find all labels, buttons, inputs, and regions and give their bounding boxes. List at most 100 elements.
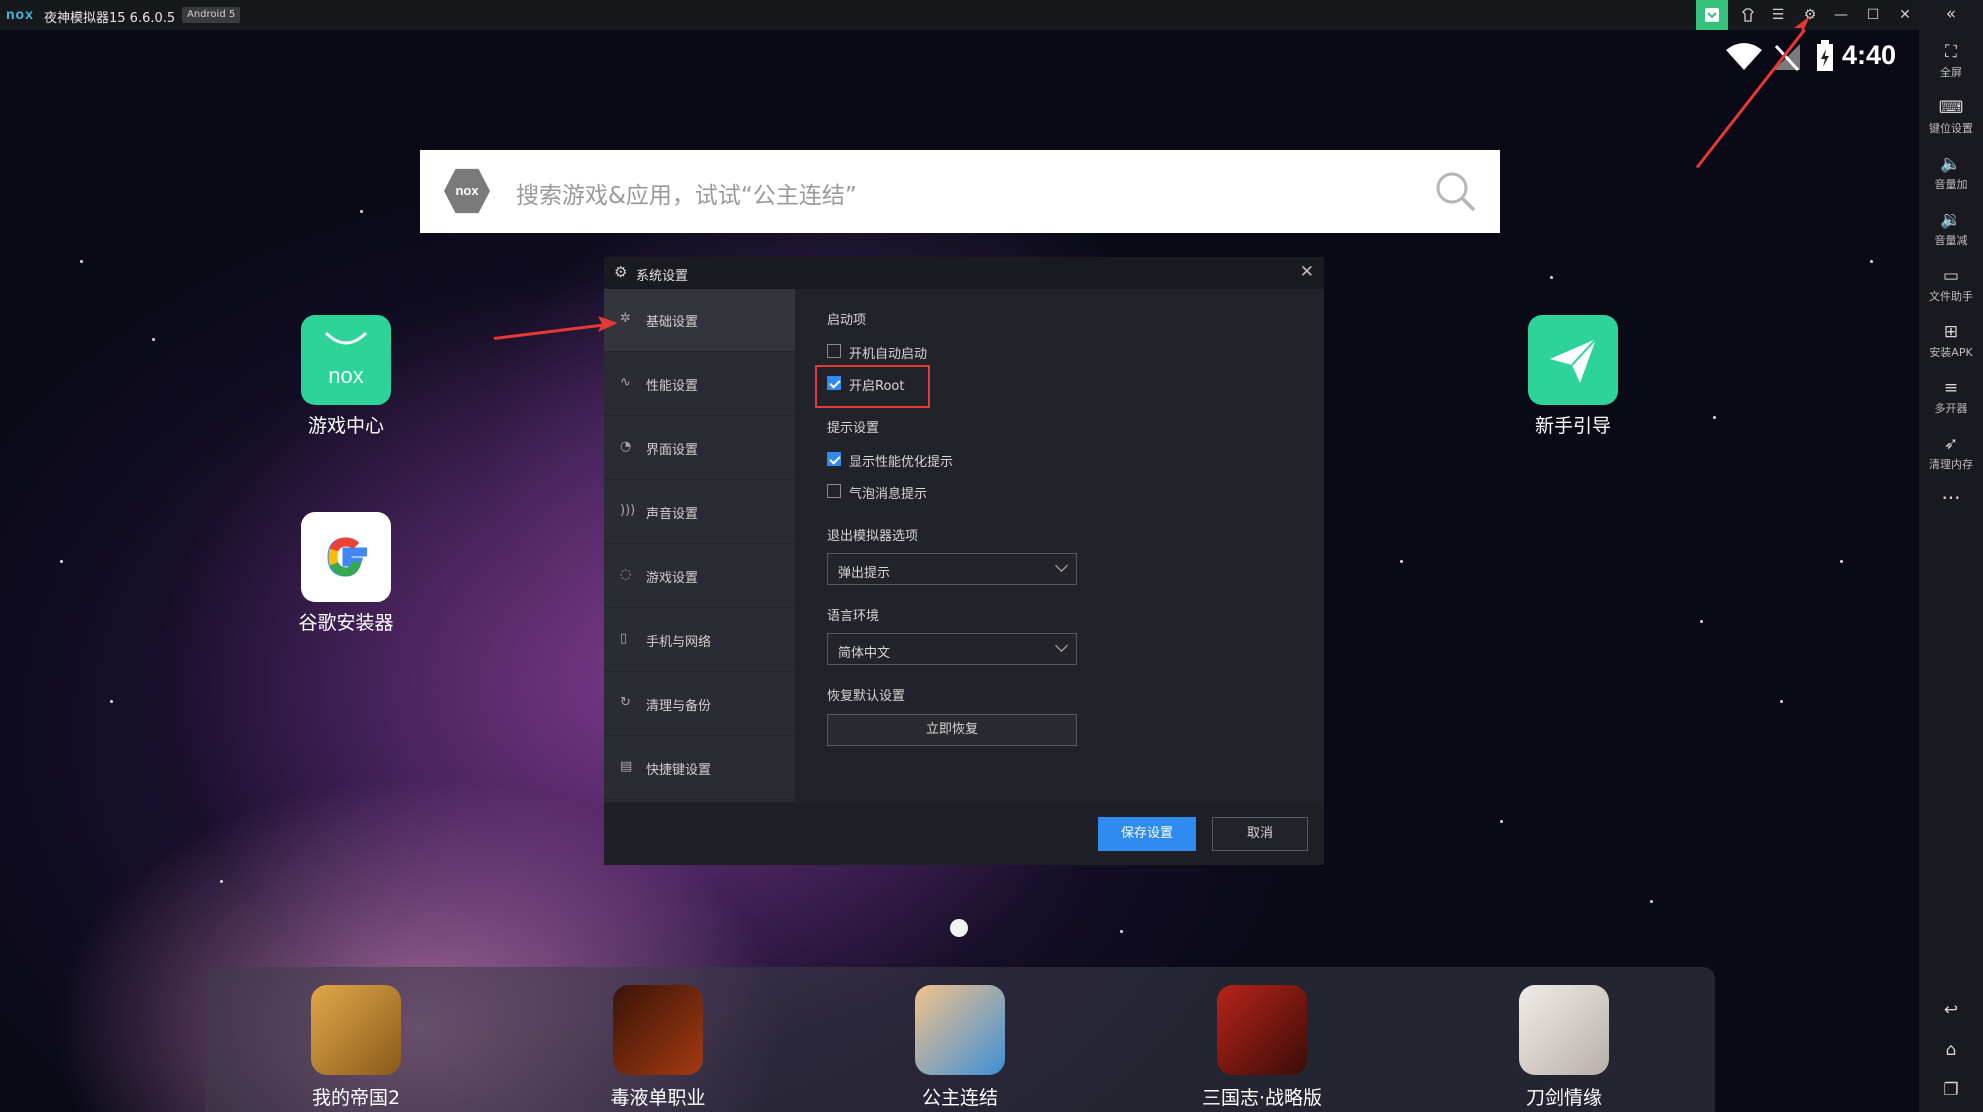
dock-app-label: 我的帝国2 bbox=[311, 1087, 401, 1109]
multi-instance-button[interactable]: ≡ 多开器 bbox=[1919, 378, 1983, 416]
paper-plane-icon bbox=[1528, 315, 1618, 405]
toolbar-label: 多开器 bbox=[1934, 402, 1968, 415]
nav-label: 声音设置 bbox=[646, 507, 699, 522]
exit-option-select[interactable]: 弹出提示 bbox=[827, 553, 1077, 585]
language-select[interactable]: 简体中文 bbox=[827, 633, 1077, 665]
star bbox=[1700, 620, 1703, 623]
nav-cleanup-backup[interactable]: ↻ 清理与备份 bbox=[604, 673, 795, 736]
google-installer-app[interactable]: 谷歌安装器 bbox=[296, 512, 396, 635]
app-icon-tile bbox=[1519, 985, 1609, 1075]
checkbox-box[interactable] bbox=[827, 452, 841, 466]
volume-down-icon: 🔉 bbox=[1940, 210, 1962, 230]
recents-button[interactable]: ❐ bbox=[1919, 1080, 1983, 1102]
nav-label: 清理与备份 bbox=[646, 699, 712, 714]
star bbox=[1500, 820, 1503, 823]
star bbox=[1550, 276, 1553, 279]
section-startup: 启动项 bbox=[827, 313, 867, 328]
nav-sound-settings[interactable]: ))) 声音设置 bbox=[604, 481, 795, 544]
keymap-button[interactable]: ⌨ 键位设置 bbox=[1919, 98, 1983, 136]
install-apk-button[interactable]: ⊞ 安装APK bbox=[1919, 322, 1983, 360]
google-icon bbox=[301, 512, 391, 602]
game-center-app[interactable]: nox 游戏中心 bbox=[296, 315, 396, 438]
volume-up-icon: 🔈 bbox=[1940, 154, 1962, 174]
game-center-icon: nox bbox=[301, 315, 391, 405]
checkbox-label: 气泡消息提示 bbox=[849, 487, 928, 502]
app-icon-tile bbox=[1217, 985, 1307, 1075]
home-icon: ⌂ bbox=[1945, 1040, 1957, 1060]
nav-game-settings[interactable]: ◌ 游戏设置 bbox=[604, 545, 795, 608]
home-button[interactable]: ⌂ bbox=[1919, 1040, 1983, 1062]
volume-up-button[interactable]: 🔈 音量加 bbox=[1919, 154, 1983, 192]
maximize-icon[interactable]: ☐ bbox=[1858, 0, 1888, 30]
dock-app-3[interactable]: 公主连结 bbox=[880, 985, 1040, 1110]
palette-icon: ◔ bbox=[620, 439, 632, 454]
gift-icon[interactable] bbox=[1696, 0, 1728, 30]
dock-app-2[interactable]: 毒液单职业 bbox=[578, 985, 738, 1110]
dock-app-4[interactable]: 三国志·战略版 bbox=[1182, 985, 1342, 1110]
back-button[interactable]: ↩ bbox=[1919, 1000, 1983, 1022]
collapse-toolbar-button[interactable]: « bbox=[1919, 4, 1983, 26]
close-icon[interactable]: ✕ bbox=[1890, 0, 1920, 30]
backup-icon: ↻ bbox=[620, 695, 631, 710]
clear-memory-button[interactable]: ➶ 清理内存 bbox=[1919, 434, 1983, 472]
root-highlight-box bbox=[815, 365, 930, 408]
star bbox=[152, 338, 155, 341]
star bbox=[1713, 416, 1716, 419]
toolbar-label: 音量加 bbox=[1934, 178, 1968, 191]
more-button[interactable]: ··· bbox=[1919, 486, 1983, 510]
star bbox=[1780, 700, 1783, 703]
nav-phone-network[interactable]: ▯ 手机与网络 bbox=[604, 609, 795, 672]
restore-defaults-button[interactable]: 立即恢复 bbox=[827, 714, 1077, 746]
recents-icon: ❐ bbox=[1943, 1080, 1959, 1100]
wifi-icon bbox=[1726, 43, 1762, 70]
cancel-button[interactable]: 取消 bbox=[1212, 817, 1308, 851]
system-settings-dialog: ⚙ 系统设置 ✕ ✲ 基础设置 ∿ 性能设置 ◔ 界面设置 ))) 声音设置 ◌ 游戏设置… bbox=[604, 257, 1324, 865]
save-settings-button[interactable]: 保存设置 bbox=[1098, 817, 1196, 851]
search-placeholder[interactable]: 搜索游戏&应用，试试“公主连结” bbox=[516, 176, 857, 210]
nav-label: 游戏设置 bbox=[646, 571, 699, 586]
app-icon-tile bbox=[915, 985, 1005, 1075]
section-exit-option: 退出模拟器选项 bbox=[827, 529, 919, 544]
fullscreen-button[interactable]: ⛶ 全屏 bbox=[1919, 42, 1983, 80]
app-title: 夜神模拟器15 6.6.0.5 bbox=[44, 11, 176, 26]
toolbar-label: 安装APK bbox=[1929, 346, 1973, 359]
keyboard-icon: ▤ bbox=[620, 759, 633, 774]
nav-interface-settings[interactable]: ◔ 界面设置 bbox=[604, 417, 795, 480]
dock-app-label: 三国志·战略版 bbox=[1201, 1087, 1323, 1109]
nav-basic-settings[interactable]: ✲ 基础设置 bbox=[604, 289, 795, 352]
android-status-bar: 4:40 bbox=[1720, 36, 1910, 80]
dialog-title: 系统设置 bbox=[636, 269, 689, 284]
file-assistant-button[interactable]: ▭ 文件助手 bbox=[1919, 266, 1983, 304]
star bbox=[1650, 900, 1653, 903]
checkbox-box[interactable] bbox=[827, 344, 841, 358]
menu-icon[interactable]: ☰ bbox=[1763, 0, 1793, 30]
skin-icon[interactable] bbox=[1733, 0, 1763, 30]
minimize-icon[interactable]: — bbox=[1826, 0, 1856, 30]
apk-icon: ⊞ bbox=[1943, 322, 1959, 342]
app-icon-tile bbox=[613, 985, 703, 1075]
toolbar-label: 音量减 bbox=[1934, 234, 1968, 247]
settings-nav: ✲ 基础设置 ∿ 性能设置 ◔ 界面设置 ))) 声音设置 ◌ 游戏设置 ▯ 手机与网络 ↻… bbox=[604, 289, 795, 802]
dialog-close-icon[interactable]: ✕ bbox=[1300, 262, 1314, 282]
search-bar[interactable]: nox 搜索游戏&应用，试试“公主连结” bbox=[420, 150, 1500, 233]
dock-app-5[interactable]: 刀剑情缘 bbox=[1484, 985, 1644, 1110]
star bbox=[1870, 260, 1873, 263]
gear-icon: ⚙ bbox=[614, 263, 628, 281]
page-indicator bbox=[950, 919, 968, 937]
android-version-badge: Android 5 bbox=[182, 7, 241, 23]
keyboard-icon: ⌨ bbox=[1938, 98, 1964, 118]
section-language: 语言环境 bbox=[827, 609, 880, 624]
volume-down-button[interactable]: 🔉 音量减 bbox=[1919, 210, 1983, 248]
svg-text:nox: nox bbox=[328, 363, 363, 388]
checkbox-box[interactable] bbox=[827, 484, 841, 498]
nav-hotkey-settings[interactable]: ▤ 快捷键设置 bbox=[604, 737, 795, 800]
app-label: 新手引导 bbox=[1534, 415, 1611, 437]
double-chevron-left-icon: « bbox=[1945, 4, 1957, 24]
search-icon[interactable] bbox=[1434, 170, 1478, 214]
dock-app-1[interactable]: 我的帝国2 bbox=[276, 985, 436, 1110]
sound-icon: ))) bbox=[620, 503, 636, 518]
beginner-guide-app[interactable]: 新手引导 bbox=[1523, 315, 1623, 438]
multi-instance-icon: ≡ bbox=[1943, 378, 1959, 398]
nav-performance-settings[interactable]: ∿ 性能设置 bbox=[604, 353, 795, 416]
section-hints: 提示设置 bbox=[827, 421, 880, 436]
